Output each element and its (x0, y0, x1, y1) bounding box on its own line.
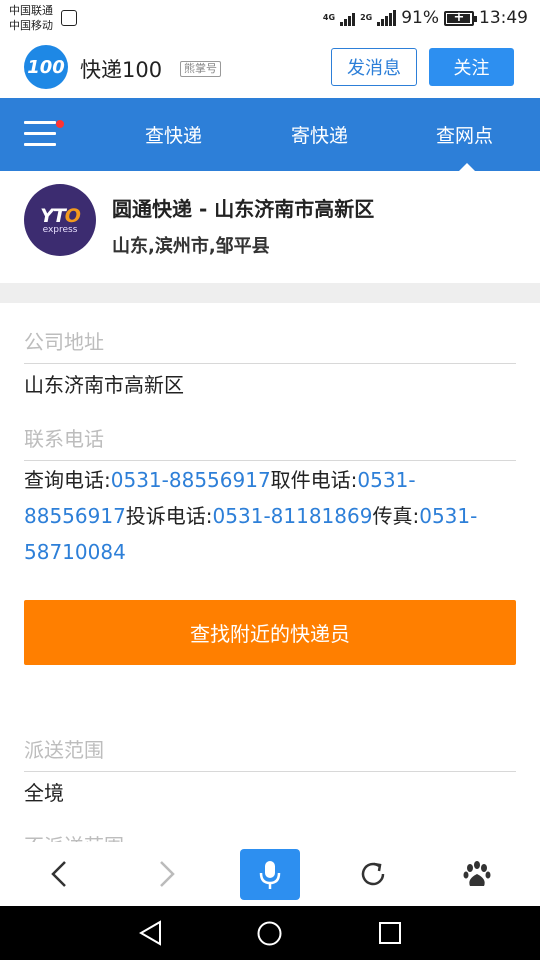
phone-label: 联系电话 (24, 427, 104, 451)
network-4g-label: 4G (322, 13, 336, 22)
query-phone-label: 查询电话: (24, 468, 111, 492)
divider (24, 460, 516, 461)
tab-query-outlets[interactable]: 查网点 (436, 121, 493, 148)
baidu-paw-icon (61, 10, 77, 26)
xiongzhang-badge: 熊掌号 (180, 61, 221, 77)
section-divider (0, 283, 540, 303)
menu-icon[interactable] (24, 121, 58, 147)
yto-logo-text-b: O (64, 205, 81, 227)
kuaidi100-logo[interactable]: 100 (24, 45, 68, 89)
microphone-icon (259, 860, 281, 889)
baidu-paw-icon[interactable] (455, 852, 499, 896)
carrier-1: 中国联通 (9, 4, 53, 17)
status-indicators: 4G 2G 91% + 13:49 (323, 6, 528, 30)
delivery-scope-label: 派送范围 (24, 738, 104, 762)
carrier-info: 中国联通 中国移动 (9, 3, 53, 33)
fax-label: 传真: (372, 504, 420, 528)
send-message-button[interactable]: 发消息 (331, 48, 417, 86)
notification-dot (56, 120, 64, 128)
yto-logo-sub: express (42, 225, 78, 235)
tab-query-express[interactable]: 查快递 (145, 121, 202, 148)
system-recents-icon[interactable] (378, 921, 402, 945)
browser-toolbar (0, 842, 540, 906)
company-region: 山东,滨州市,邹平县 (112, 236, 270, 257)
main-nav: 查快递 寄快递 查网点 (0, 98, 540, 172)
company-title: 圆通快递 - 山东济南市高新区 (112, 197, 375, 221)
brand-name[interactable]: 快递100 (80, 54, 162, 84)
complaint-phone-number[interactable]: 0531-81181869 (213, 504, 373, 528)
find-nearby-courier-button[interactable]: 查找附近的快递员 (24, 600, 516, 665)
refresh-icon[interactable] (351, 852, 395, 896)
follow-button[interactable]: 关注 (429, 48, 514, 86)
yto-logo-text-a: YT (40, 205, 66, 227)
system-back-icon[interactable] (138, 920, 164, 946)
network-2g-label: 2G (360, 13, 373, 22)
divider (24, 363, 516, 364)
address-value: 山东济南市高新区 (24, 373, 184, 397)
pickup-phone-label: 取件电话: (270, 468, 358, 492)
tab-send-express[interactable]: 寄快递 (291, 121, 348, 148)
carrier-2: 中国移动 (9, 19, 53, 32)
address-label: 公司地址 (24, 330, 104, 354)
divider (24, 771, 516, 772)
yto-logo: YTO express (24, 184, 96, 256)
system-home-icon[interactable] (256, 920, 283, 947)
voice-search-button[interactable] (240, 849, 300, 900)
signal-1-icon (340, 10, 356, 26)
forward-icon[interactable] (144, 852, 188, 896)
query-phone-number[interactable]: 0531-88556917 (111, 468, 271, 492)
back-icon[interactable] (38, 852, 82, 896)
app-header: 100 快递100 熊掌号 发消息 关注 (0, 36, 540, 98)
complaint-phone-label: 投诉电话: (125, 504, 213, 528)
phone-info: 查询电话:0531-88556917取件电话:0531-88556917投诉电话… (24, 462, 516, 570)
system-navigation-bar (0, 906, 540, 960)
company-card: YTO express 圆通快递 - 山东济南市高新区 山东,滨州市,邹平县 (0, 171, 540, 283)
delivery-scope-value: 全境 (24, 781, 64, 805)
status-bar: 中国联通 中国移动 4G 2G 91% + 13:49 (0, 0, 540, 36)
signal-2-icon (377, 10, 397, 26)
clock: 13:49 (479, 8, 528, 28)
battery-percent: 91% (401, 8, 439, 28)
battery-icon: + (444, 10, 477, 26)
